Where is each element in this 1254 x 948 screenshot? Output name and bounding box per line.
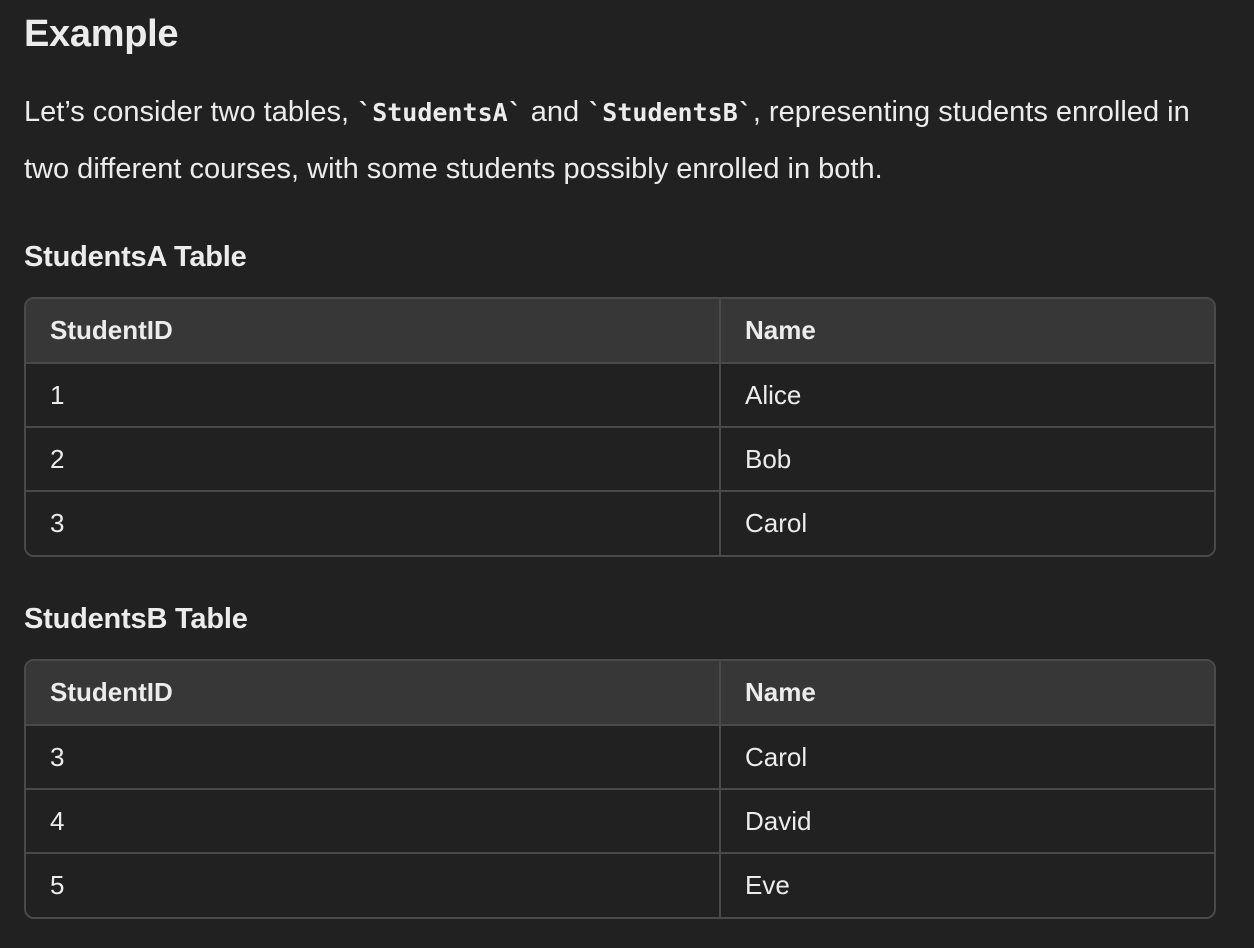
column-header-studentid: StudentID xyxy=(26,661,721,726)
cell-name: Carol xyxy=(720,725,1214,790)
table-header-row: StudentID Name xyxy=(26,299,1214,364)
students-a-table: StudentID Name 1 Alice 2 Bob 3 Carol xyxy=(24,297,1216,557)
intro-text-1: Let’s consider two tables, xyxy=(24,96,358,128)
cell-name: Eve xyxy=(720,853,1214,917)
table-b-title: StudentsB Table xyxy=(24,603,248,635)
column-header-name: Name xyxy=(720,299,1214,364)
table-row: 3 Carol xyxy=(26,725,1214,790)
table-row: 3 Carol xyxy=(26,491,1214,555)
cell-studentid: 3 xyxy=(26,491,721,555)
cell-studentid: 1 xyxy=(26,363,721,428)
column-header-studentid: StudentID xyxy=(26,299,721,364)
table-row: 5 Eve xyxy=(26,853,1214,917)
inline-code-students-a: `StudentsA` xyxy=(357,98,523,127)
table-row: 4 David xyxy=(26,789,1214,854)
cell-name: Bob xyxy=(720,427,1214,492)
table-row: 1 Alice xyxy=(26,363,1214,428)
students-b-table: StudentID Name 3 Carol 4 David 5 Eve xyxy=(24,659,1216,919)
cell-studentid: 2 xyxy=(26,427,721,492)
cell-studentid: 3 xyxy=(26,725,721,790)
cell-studentid: 5 xyxy=(26,853,721,917)
intro-paragraph: Let’s consider two tables, `StudentsA` a… xyxy=(24,84,1214,197)
cell-name: David xyxy=(720,789,1214,854)
cell-name: Alice xyxy=(720,363,1214,428)
cell-name: Carol xyxy=(720,491,1214,555)
section-heading: Example xyxy=(24,13,179,55)
table-a-title: StudentsA Table xyxy=(24,241,247,273)
column-header-name: Name xyxy=(720,661,1214,726)
table-header-row: StudentID Name xyxy=(26,661,1214,726)
intro-text-2: and xyxy=(522,96,588,128)
table-row: 2 Bob xyxy=(26,427,1214,492)
cell-studentid: 4 xyxy=(26,789,721,854)
inline-code-students-b: `StudentsB` xyxy=(587,98,753,127)
